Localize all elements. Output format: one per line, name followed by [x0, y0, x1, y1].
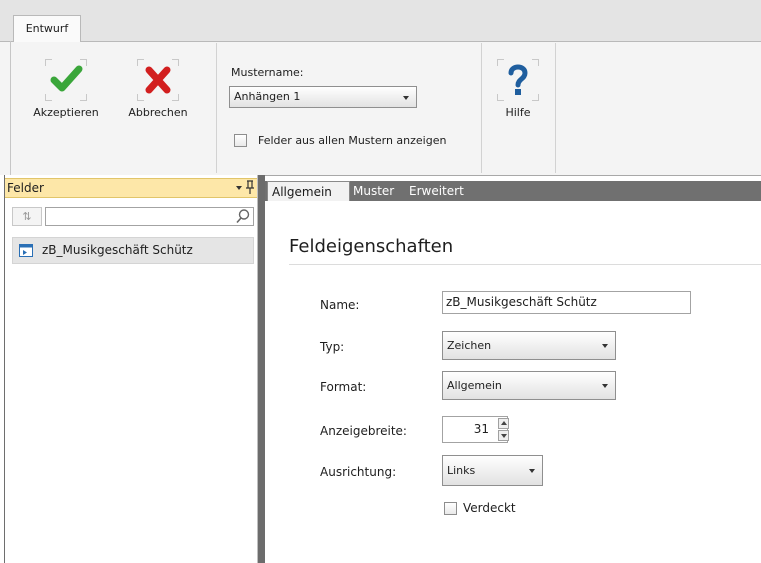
chevron-down-icon: [602, 344, 608, 348]
fields-pane-border: [4, 175, 5, 563]
alignment-label: Ausrichtung:: [320, 465, 397, 479]
show-all-fields-checkbox[interactable]: [234, 134, 247, 147]
format-dropdown[interactable]: Allgemein: [442, 371, 616, 400]
stepper-up-button[interactable]: [498, 418, 509, 429]
cancel-button[interactable]: Abbrechen: [118, 55, 198, 125]
fields-pane: [0, 175, 258, 563]
chevron-down-icon: [403, 96, 409, 100]
show-all-fields-label: Felder aus allen Mustern anzeigen: [258, 134, 447, 147]
type-label: Typ:: [320, 340, 345, 354]
name-label: Name:: [320, 298, 360, 312]
title-divider: [289, 264, 761, 265]
pin-icon[interactable]: [245, 179, 255, 195]
tab-allgemein[interactable]: Allgemein: [267, 181, 350, 201]
hidden-label: Verdeckt: [463, 501, 516, 515]
alignment-value: Links: [447, 464, 476, 477]
tab-erweitert[interactable]: Erweitert: [409, 181, 469, 201]
list-item[interactable]: zB_Musikgeschäft Schütz: [12, 237, 254, 264]
field-search-input[interactable]: [45, 207, 254, 226]
cancel-label: Abbrechen: [128, 106, 188, 119]
hidden-checkbox[interactable]: [444, 502, 457, 515]
chevron-down-icon: [602, 384, 608, 388]
list-item-label: zB_Musikgeschäft Schütz: [42, 243, 193, 257]
format-value: Allgemein: [447, 379, 502, 392]
name-field[interactable]: zB_Musikgeschäft Schütz: [442, 291, 691, 314]
accept-label: Akzeptieren: [33, 106, 99, 119]
chevron-down-icon: [529, 469, 535, 473]
format-label: Format:: [320, 380, 367, 394]
fields-pane-title: Felder: [7, 181, 44, 195]
display-width-label: Anzeigebreite:: [320, 424, 407, 438]
x-icon: [137, 59, 179, 101]
tab-muster[interactable]: Muster: [353, 181, 398, 201]
accept-button[interactable]: Akzeptieren: [26, 55, 106, 125]
stepper-down-button[interactable]: [498, 430, 509, 441]
fields-pane-header: Felder: [5, 178, 257, 198]
mustername-label: Mustername:: [231, 66, 304, 79]
alignment-dropdown[interactable]: Links: [442, 455, 543, 486]
sort-icon: ⇅: [22, 210, 32, 223]
help-label: Hilfe: [505, 106, 531, 119]
mustername-value: Anhängen 1: [234, 90, 301, 103]
chevron-down-icon: [501, 434, 507, 438]
question-icon: [497, 59, 539, 101]
ribbon-tab-strip: [0, 0, 761, 42]
mustername-dropdown[interactable]: Anhängen 1: [229, 86, 417, 108]
page-title: Feldeigenschaften: [289, 236, 454, 257]
pane-dropdown-icon[interactable]: [236, 186, 242, 190]
type-dropdown[interactable]: Zeichen: [442, 331, 616, 360]
field-icon: [19, 244, 33, 257]
chevron-up-icon: [501, 421, 507, 425]
property-tabbar: Allgemein Muster Erweitert: [265, 181, 761, 201]
search-icon[interactable]: [235, 208, 251, 224]
type-value: Zeichen: [447, 339, 492, 352]
help-button[interactable]: Hilfe: [482, 55, 554, 125]
display-width-value: 31: [473, 422, 489, 436]
pane-splitter[interactable]: [258, 175, 265, 563]
tab-entwurf[interactable]: Entwurf: [13, 15, 81, 42]
checkmark-icon: [45, 59, 87, 101]
sort-button[interactable]: ⇅: [12, 207, 42, 226]
